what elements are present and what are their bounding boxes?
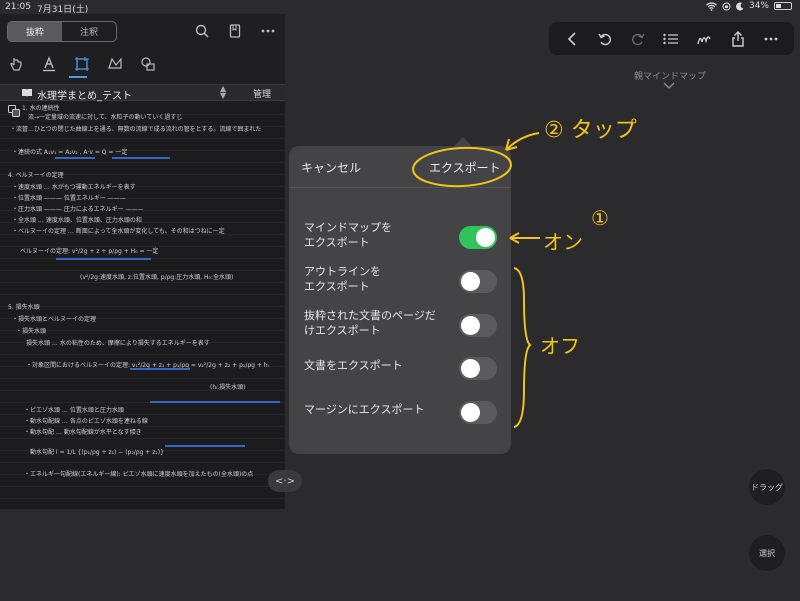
- export-circle-mark: [412, 146, 512, 188]
- annotation-on: オン: [543, 230, 583, 254]
- arrow-to-toggle: [509, 232, 540, 244]
- annotation-overlay: [412, 132, 540, 428]
- annotation-step2: ② タップ: [544, 118, 637, 143]
- arrow-to-export: [505, 132, 540, 151]
- annotation-step1: ①: [591, 206, 609, 230]
- brace-mark: [513, 267, 532, 428]
- annotation-off: オフ: [540, 334, 580, 358]
